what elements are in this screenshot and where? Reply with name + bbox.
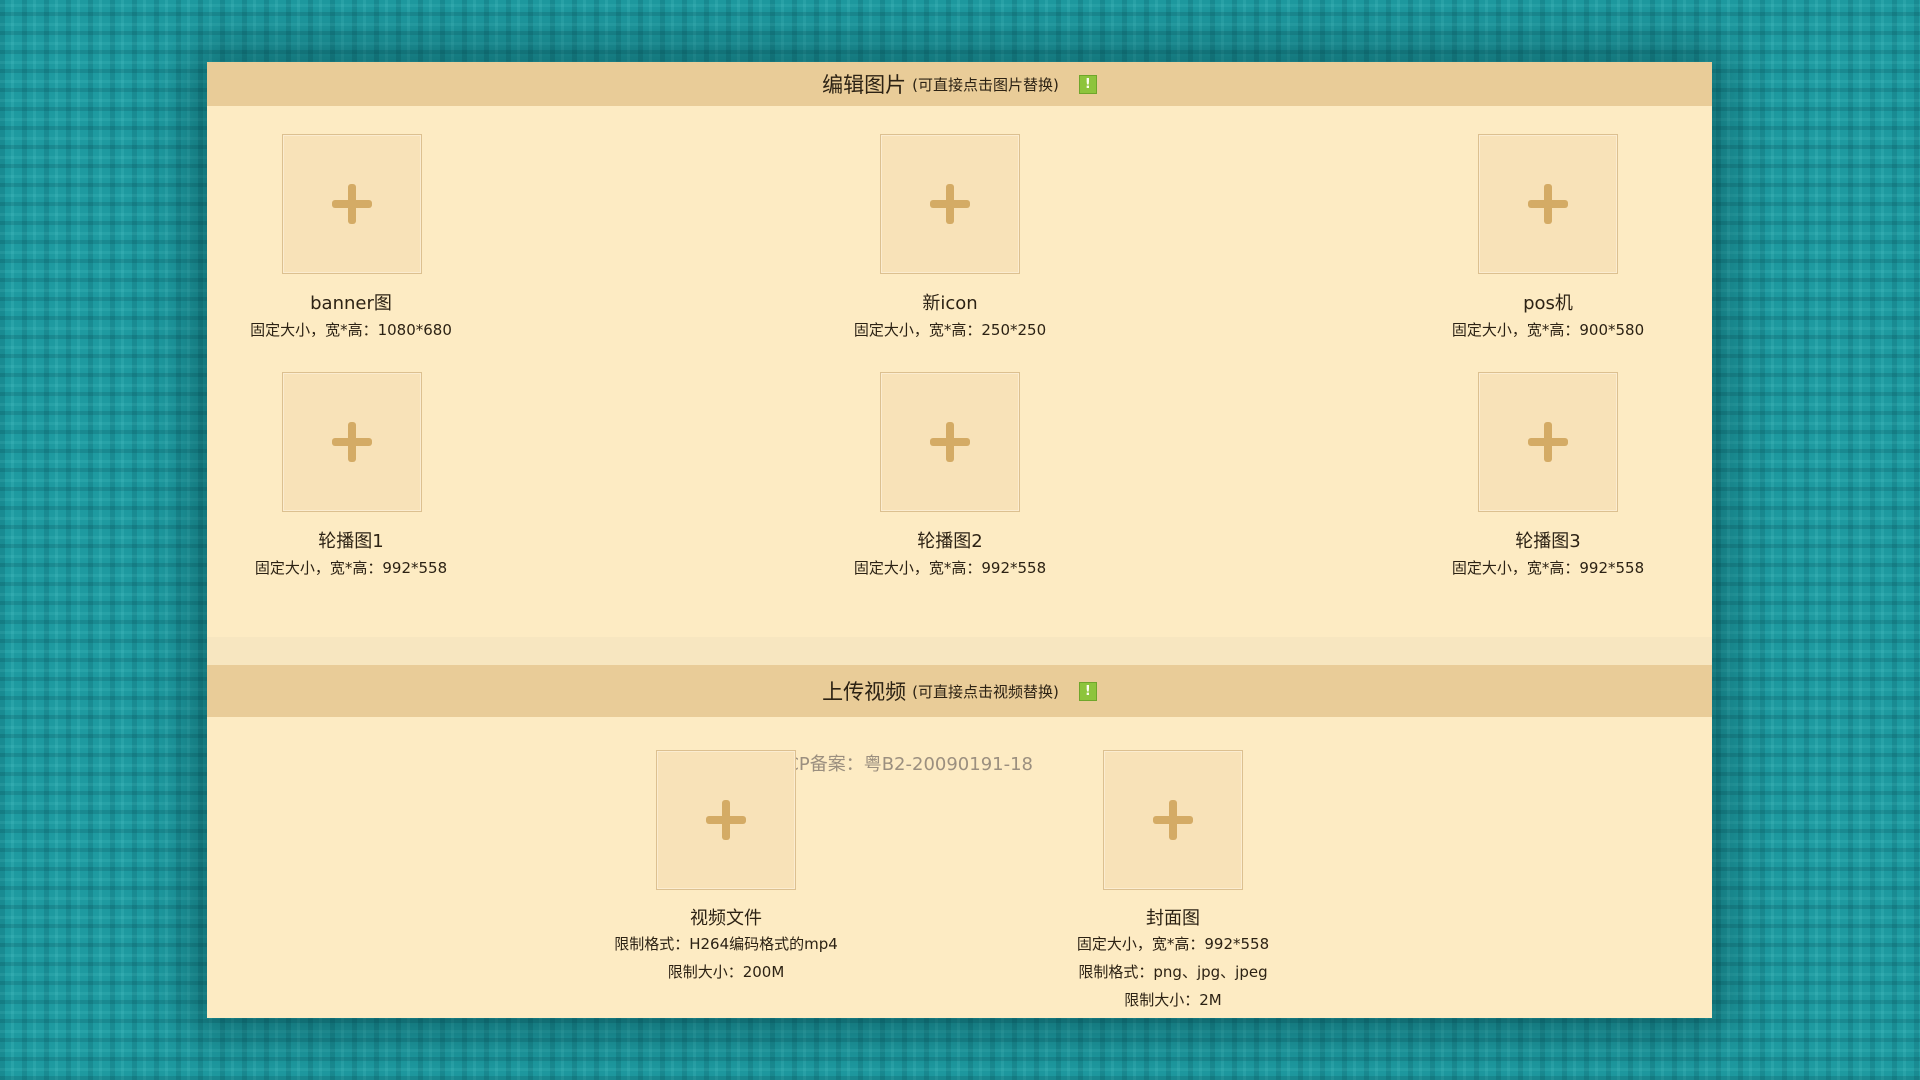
section-separator (207, 637, 1712, 665)
carousel-1-label: 轮播图1 (318, 531, 384, 552)
carousel-3-desc: 固定大小，宽*高：992*558 (1451, 559, 1645, 577)
editor-panel: 编辑图片 (可直接点击图片替换) ! banner图 固定大小，宽*高：1080… (207, 62, 1712, 1018)
carousel-3-upload-button[interactable] (1478, 372, 1618, 512)
plus-icon (1153, 800, 1193, 840)
plus-icon (930, 184, 970, 224)
cover-label: 封面图 (1146, 908, 1200, 929)
plus-icon (332, 184, 372, 224)
plus-icon (1528, 422, 1568, 462)
plus-icon (332, 422, 372, 462)
cover-upload-button[interactable] (1103, 750, 1243, 890)
pos-label: pos机 (1523, 293, 1573, 314)
banner-upload-button[interactable] (282, 134, 422, 274)
plus-icon (1528, 184, 1568, 224)
plus-icon (930, 422, 970, 462)
carousel-1-upload-button[interactable] (282, 372, 422, 512)
edit-images-header: 编辑图片 (可直接点击图片替换) ! (207, 62, 1712, 106)
video-file-label: 视频文件 (690, 908, 762, 929)
video-size-limit: 限制大小：200M (667, 963, 785, 981)
pos-desc: 固定大小，宽*高：900*580 (1451, 321, 1645, 339)
carousel-3-label: 轮播图3 (1515, 531, 1581, 552)
exclamation-icon[interactable]: ! (1078, 74, 1097, 94)
cover-dimensions: 固定大小，宽*高：992*558 (1076, 935, 1270, 953)
cover-size-limit: 限制大小：2M (1124, 991, 1222, 1009)
upload-video-header: 上传视频 (可直接点击视频替换) ! (207, 665, 1712, 717)
carousel-2-desc: 固定大小，宽*高：992*558 (853, 559, 1047, 577)
cover-format-limit: 限制格式：png、jpg、jpeg (1078, 963, 1268, 981)
new-icon-label: 新icon (922, 293, 978, 314)
video-upload-button[interactable] (656, 750, 796, 890)
banner-desc: 固定大小，宽*高：1080*680 (250, 321, 452, 339)
new-icon-desc: 固定大小，宽*高：250*250 (853, 321, 1047, 339)
carousel-2-upload-button[interactable] (880, 372, 1020, 512)
exclamation-icon[interactable]: ! (1078, 681, 1097, 701)
plus-icon (706, 800, 746, 840)
carousel-1-desc: 固定大小，宽*高：992*558 (254, 559, 448, 577)
edit-images-title: 编辑图片 (822, 73, 907, 97)
edit-images-hint: (可直接点击图片替换) (912, 75, 1059, 94)
video-format-limit: 限制格式：H264编码格式的mp4 (614, 935, 838, 953)
upload-video-title: 上传视频 (822, 680, 907, 704)
pos-upload-button[interactable] (1478, 134, 1618, 274)
banner-label: banner图 (310, 293, 392, 314)
carousel-2-label: 轮播图2 (917, 531, 983, 552)
new-icon-upload-button[interactable] (880, 134, 1020, 274)
upload-video-hint: (可直接点击视频替换) (912, 682, 1059, 701)
